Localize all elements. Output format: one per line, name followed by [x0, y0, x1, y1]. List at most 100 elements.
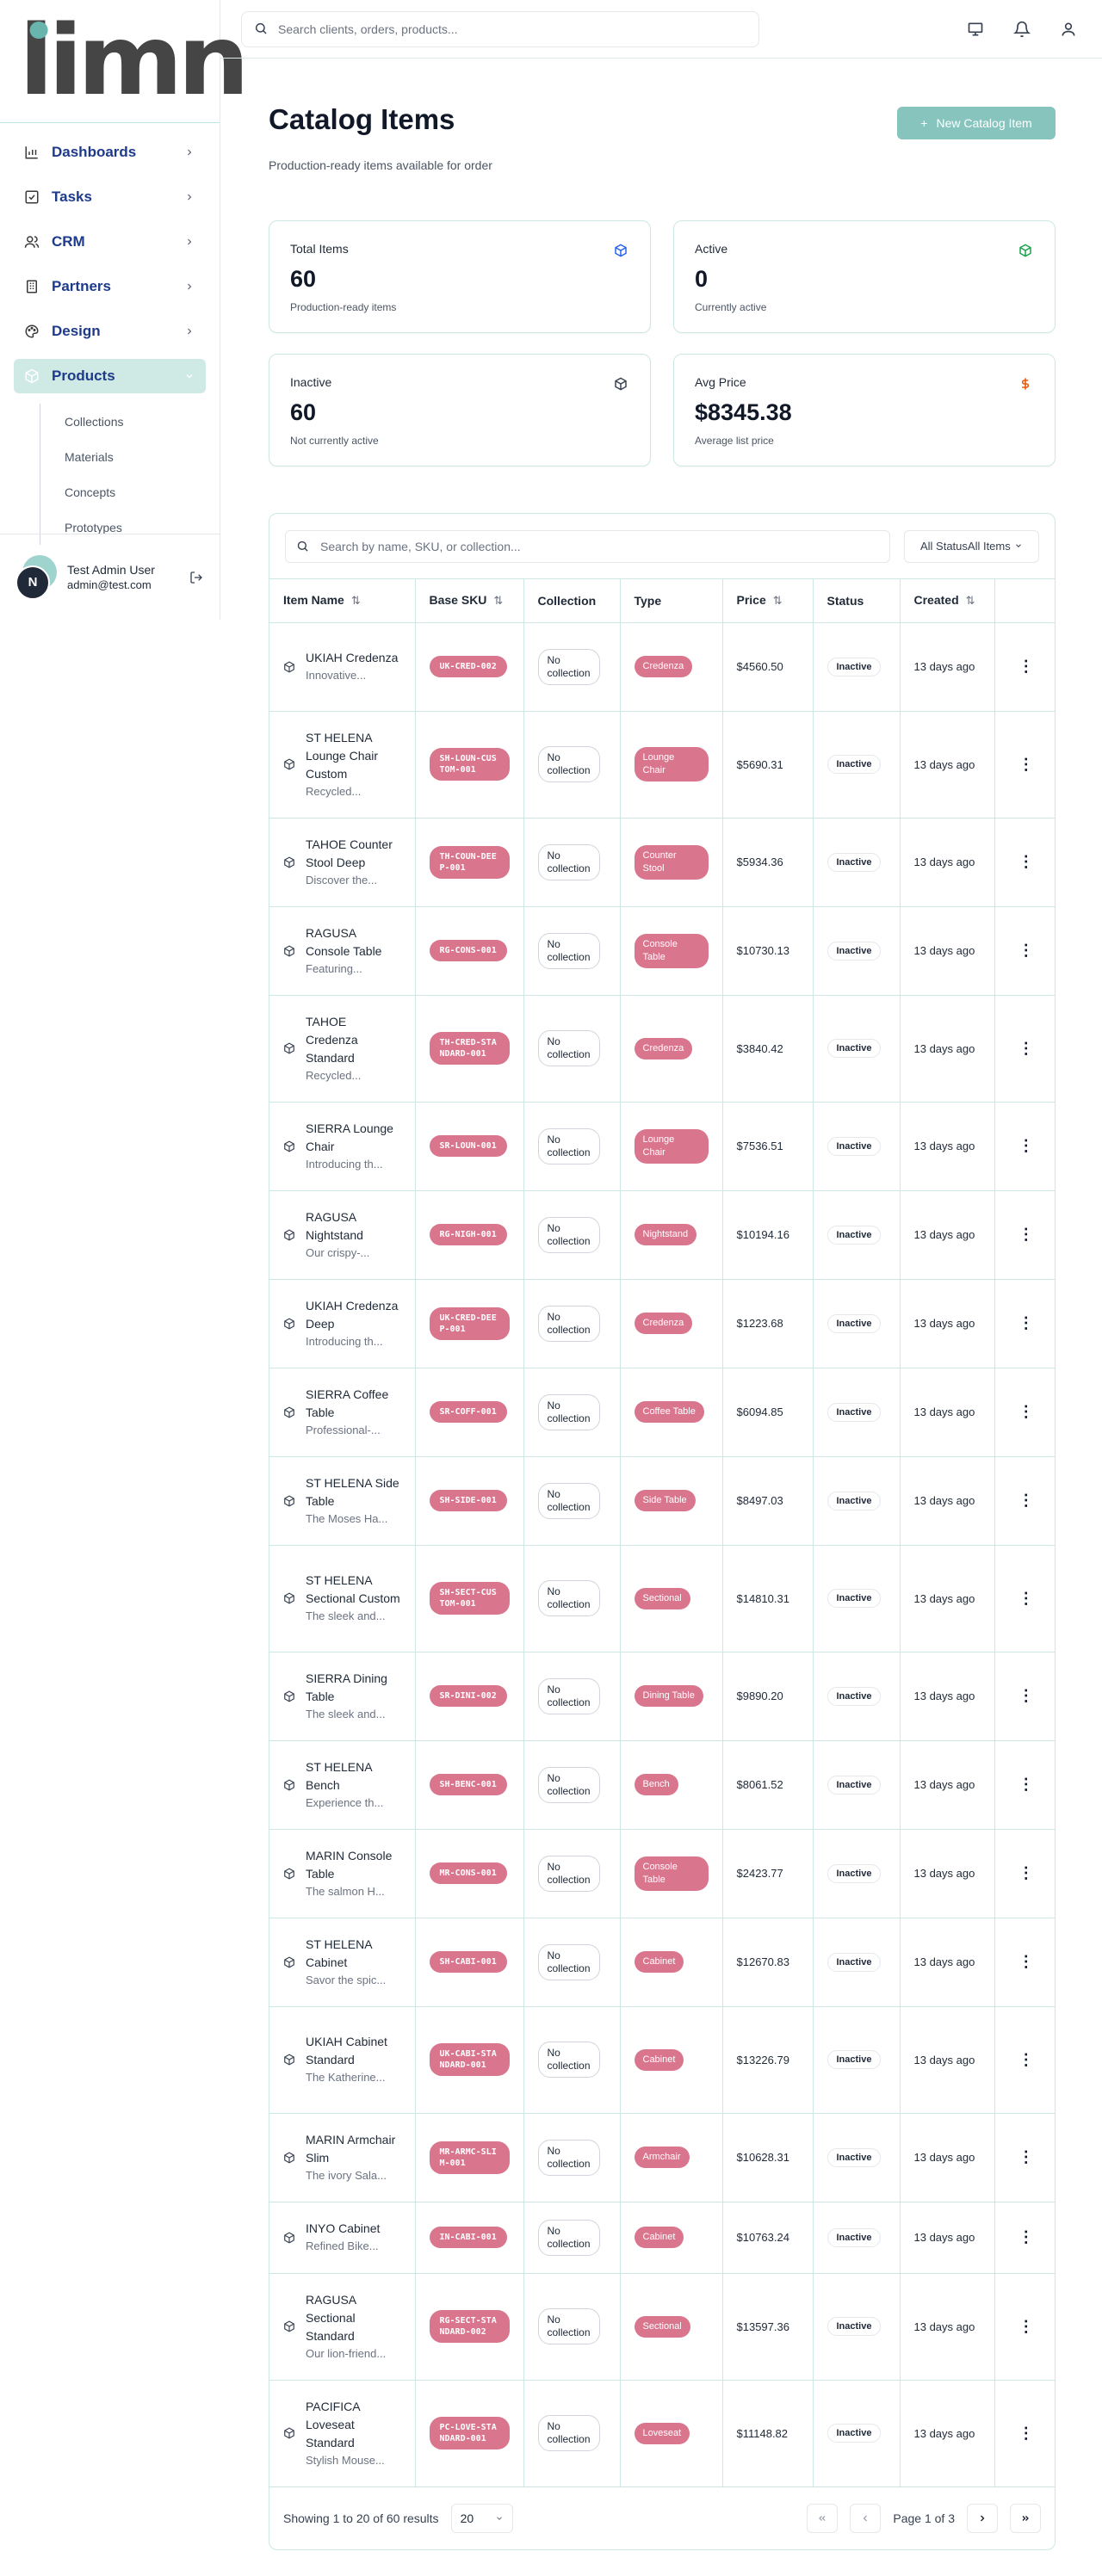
prev-page-button[interactable]	[850, 2503, 882, 2533]
more-actions-icon[interactable]: ⋮	[1009, 1226, 1043, 1244]
stat-value: 60	[290, 399, 317, 425]
logout-icon[interactable]	[188, 569, 205, 586]
table-search-input[interactable]	[320, 539, 879, 553]
table-row[interactable]: ST HELENA Sectional Custom The sleek and.…	[269, 1545, 1055, 1652]
status-filter-select[interactable]: All StatusAll Items	[903, 529, 1039, 563]
more-actions-icon[interactable]: ⋮	[1009, 1953, 1043, 1971]
more-actions-icon[interactable]: ⋮	[1009, 853, 1043, 871]
more-actions-icon[interactable]: ⋮	[1009, 1590, 1043, 1608]
sidebar-subitem-concepts[interactable]: Concepts	[65, 474, 206, 510]
created-value: 13 days ago	[913, 1955, 975, 1968]
monitor-icon[interactable]	[966, 20, 985, 39]
more-actions-icon[interactable]: ⋮	[1009, 2148, 1043, 2166]
status-badge: Inactive	[826, 852, 882, 872]
cell-status: Inactive	[813, 1829, 901, 1918]
more-actions-icon[interactable]: ⋮	[1009, 2228, 1043, 2246]
stat-value: 60	[290, 266, 317, 292]
sidebar-item-tasks[interactable]: Tasks	[14, 180, 206, 214]
collection-badge: No collection	[537, 1393, 600, 1430]
sidebar-item-partners[interactable]: Partners	[14, 269, 206, 304]
table-row[interactable]: ST HELENA Bench Experience th... SH-BENC-0…	[269, 1740, 1055, 1830]
table-row[interactable]: UKIAH Credenza Deep Introducing th... UK-C…	[269, 1279, 1055, 1368]
more-actions-icon[interactable]: ⋮	[1009, 1687, 1043, 1705]
search-input[interactable]	[278, 22, 746, 36]
created-value: 13 days ago	[913, 1041, 975, 1055]
more-actions-icon[interactable]: ⋮	[1009, 756, 1043, 774]
table-row[interactable]: SIERRA Lounge Chair Introducing th... SR-L…	[269, 1102, 1055, 1191]
item-name-cell: ST HELENA Side Table The Moses Ha...	[283, 1474, 401, 1528]
sidebar-item-dashboards[interactable]: Dashboards	[14, 135, 206, 170]
cell-price: $11148.82	[722, 2380, 814, 2487]
sidebar-item-products[interactable]: Products	[14, 359, 206, 393]
user-icon[interactable]	[1059, 20, 1078, 39]
table-row[interactable]: TAHOE Credenza Standard Recycled... TH-CRE…	[269, 995, 1055, 1103]
table-row[interactable]: SIERRA Dining Table The sleek and... SR-DI…	[269, 1652, 1055, 1741]
more-actions-icon[interactable]: ⋮	[1009, 658, 1043, 676]
avatar[interactable]: N	[15, 554, 57, 600]
more-actions-icon[interactable]: ⋮	[1009, 1314, 1043, 1332]
table-row[interactable]: UKIAH Credenza Innovative... UK-CRED-002 No…	[269, 622, 1055, 712]
more-actions-icon[interactable]: ⋮	[1009, 942, 1043, 960]
first-page-button[interactable]	[807, 2503, 839, 2533]
collection-badge: No collection	[537, 746, 600, 782]
collection-badge: No collection	[537, 1216, 600, 1253]
cell-price: $12670.83	[722, 1918, 814, 2007]
col-header-base-sku[interactable]: Base SKU ⇅	[415, 579, 524, 623]
cell-created: 13 days ago	[900, 1102, 995, 1191]
global-search[interactable]	[241, 10, 759, 47]
cell-price: $2423.77	[722, 1829, 814, 1918]
cell-item-name: ST HELENA Cabinet Savor the spic...	[269, 1918, 416, 2007]
price-value: $3840.42	[736, 1041, 783, 1055]
more-actions-icon[interactable]: ⋮	[1009, 1776, 1043, 1794]
page-size-select[interactable]: 20	[450, 2503, 513, 2533]
cell-item-name: ST HELENA Side Table The Moses Ha...	[269, 1456, 416, 1546]
table-row[interactable]: TAHOE Counter Stool Deep Discover the... T…	[269, 818, 1055, 907]
more-actions-icon[interactable]: ⋮	[1009, 1137, 1043, 1155]
more-actions-icon[interactable]: ⋮	[1009, 1864, 1043, 1882]
sidebar-subitem-collections[interactable]: Collections	[65, 404, 206, 439]
sidebar-item-design[interactable]: Design	[14, 314, 206, 349]
main-content: Catalog Items Production-ready items ava…	[269, 103, 1056, 2550]
type-badge: Credenza	[634, 1313, 693, 1334]
more-actions-icon[interactable]: ⋮	[1009, 2051, 1043, 2069]
package-icon	[283, 1228, 295, 1241]
cell-collection: No collection	[523, 2113, 621, 2202]
last-page-button[interactable]	[1010, 2503, 1041, 2533]
table-row[interactable]: PACIFICA Loveseat Standard Stylish Mouse.…	[269, 2380, 1055, 2487]
table-row[interactable]: RAGUSA Sectional Standard Our lion-friend…	[269, 2273, 1055, 2381]
table-search[interactable]	[285, 529, 890, 563]
table-row[interactable]: UKIAH Cabinet Standard The Katherine... UK…	[269, 2006, 1055, 2114]
cell-price: $13226.79	[722, 2006, 814, 2114]
table-row[interactable]: MARIN Armchair Slim The ivory Sala... MR-A…	[269, 2113, 1055, 2202]
more-actions-icon[interactable]: ⋮	[1009, 2425, 1043, 2443]
more-actions-icon[interactable]: ⋮	[1009, 1403, 1043, 1421]
bell-icon[interactable]	[1012, 20, 1031, 39]
cell-type: Coffee Table	[620, 1368, 723, 1457]
col-header-price[interactable]: Price ⇅	[722, 579, 814, 623]
price-value: $13226.79	[736, 2053, 789, 2066]
cell-created: 13 days ago	[900, 2380, 995, 2487]
table-row[interactable]: INYO Cabinet Refined Bike... IN-CABI-001 No…	[269, 2202, 1055, 2274]
col-header-item-name[interactable]: Item Name ⇅	[269, 579, 416, 623]
more-actions-icon[interactable]: ⋮	[1009, 1492, 1043, 1510]
table-row[interactable]: ST HELENA Lounge Chair Custom Recycled...…	[269, 711, 1055, 819]
next-page-button[interactable]	[967, 2503, 998, 2533]
sidebar-item-crm[interactable]: CRM	[14, 225, 206, 259]
table-row[interactable]: SIERRA Coffee Table Professional-... SR-CO…	[269, 1368, 1055, 1457]
cell-created: 13 days ago	[900, 1918, 995, 2007]
logo-area[interactable]: limn	[0, 0, 250, 123]
table-row[interactable]: ST HELENA Cabinet Savor the spic... SH-CAB…	[269, 1918, 1055, 2007]
more-actions-icon[interactable]: ⋮	[1009, 2318, 1043, 2336]
package-icon	[283, 2427, 295, 2439]
topbar	[220, 0, 1102, 59]
col-header-created[interactable]: Created ⇅	[900, 579, 995, 623]
new-catalog-item-button[interactable]: + New Catalog Item	[897, 107, 1056, 139]
sidebar-subitem-materials[interactable]: Materials	[65, 439, 206, 474]
table-row[interactable]: MARIN Console Table The salmon H... MR-CON…	[269, 1829, 1055, 1918]
table-row[interactable]: RAGUSA Console Table Featuring... RG-CONS-…	[269, 906, 1055, 996]
more-actions-icon[interactable]: ⋮	[1009, 1040, 1043, 1058]
cell-created: 13 days ago	[900, 2113, 995, 2202]
table-row[interactable]: RAGUSA Nightstand Our crispy-... RG-NIGH-0…	[269, 1190, 1055, 1280]
item-description: The sleek and...	[306, 1707, 386, 1720]
table-row[interactable]: ST HELENA Side Table The Moses Ha... SH-SI…	[269, 1456, 1055, 1546]
